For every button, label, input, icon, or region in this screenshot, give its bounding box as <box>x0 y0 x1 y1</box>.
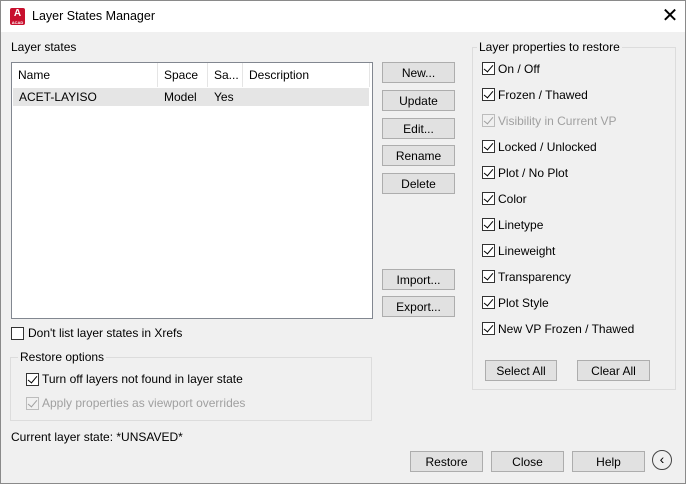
current-layer-state: Current layer state: *UNSAVED* <box>11 430 183 444</box>
color-label: Color <box>498 192 527 206</box>
new-button-label: New... <box>401 66 436 80</box>
column-header-name[interactable]: Name <box>12 63 158 87</box>
turn-off-layers-label: Turn off layers not found in layer state <box>42 372 243 386</box>
locked-unlocked-label: Locked / Unlocked <box>498 140 597 154</box>
app-icon-letter: A <box>13 8 22 19</box>
app-icon-sub: ACAD <box>11 20 24 25</box>
restore-button-label: Restore <box>425 455 468 469</box>
edit-button[interactable]: Edit... <box>382 118 455 139</box>
autocad-app-icon: A ACAD <box>10 8 25 25</box>
help-button[interactable]: Help <box>572 451 645 472</box>
on-off-checkbox[interactable] <box>482 62 495 75</box>
export-button[interactable]: Export... <box>382 296 455 317</box>
select-all-button[interactable]: Select All <box>485 360 557 381</box>
new-vp-frozen-thawed-label: New VP Frozen / Thawed <box>498 322 635 336</box>
dont-list-xrefs-label: Don't list layer states in Xrefs <box>28 326 183 340</box>
turn-off-layers-checkbox[interactable] <box>26 373 39 386</box>
plot-no-plot-label: Plot / No Plot <box>498 166 569 180</box>
linetype-label: Linetype <box>498 218 544 232</box>
layer-properties-title: Layer properties to restore <box>477 40 622 54</box>
update-button-label: Update <box>399 94 438 108</box>
new-button[interactable]: New... <box>382 62 455 83</box>
apply-overrides-checkbox[interactable] <box>26 397 39 410</box>
delete-button[interactable]: Delete <box>382 173 455 194</box>
visibility-current-vp-checkbox[interactable] <box>482 114 495 127</box>
clear-all-label: Clear All <box>591 364 636 378</box>
export-button-label: Export... <box>396 300 441 314</box>
window-title: Layer States Manager <box>32 9 155 23</box>
list-header: Name Space Sa... Description <box>12 63 370 87</box>
close-icon: ✕ <box>661 5 679 27</box>
transparency-checkbox[interactable] <box>482 270 495 283</box>
rename-button-label: Rename <box>395 149 442 163</box>
plot-style-label: Plot Style <box>498 296 549 310</box>
frozen-thawed-checkbox[interactable] <box>482 88 495 101</box>
frozen-thawed-label: Frozen / Thawed <box>498 88 588 102</box>
visibility-current-vp-label: Visibility in Current VP <box>498 114 617 128</box>
linetype-checkbox[interactable] <box>482 218 495 231</box>
row-saved: Yes <box>214 90 234 104</box>
rename-button[interactable]: Rename <box>382 145 455 166</box>
row-name: ACET-LAYISO <box>19 90 97 104</box>
new-vp-frozen-thawed-checkbox[interactable] <box>482 322 495 335</box>
clear-all-button[interactable]: Clear All <box>577 360 650 381</box>
update-button[interactable]: Update <box>382 90 455 111</box>
column-header-space[interactable]: Space <box>158 63 208 87</box>
chevron-left-icon: ‹ <box>659 451 665 467</box>
delete-button-label: Delete <box>401 177 436 191</box>
on-off-label: On / Off <box>498 62 540 76</box>
layer-states-manager-dialog: A ACAD Layer States Manager ✕ Layer stat… <box>0 0 686 484</box>
close-button[interactable]: Close <box>491 451 564 472</box>
row-description <box>243 88 369 106</box>
layer-states-list[interactable]: Name Space Sa... Description ACET-LAYISO… <box>11 62 373 319</box>
close-button-label: Close <box>512 455 543 469</box>
close-window-button[interactable]: ✕ <box>657 4 683 28</box>
dont-list-xrefs-checkbox[interactable] <box>11 327 24 340</box>
collapse-button[interactable]: ‹ <box>652 450 672 470</box>
row-space: Model <box>164 90 197 104</box>
restore-options-group <box>10 357 372 421</box>
select-all-label: Select All <box>496 364 546 378</box>
plot-style-checkbox[interactable] <box>482 296 495 309</box>
layer-states-label: Layer states <box>11 40 77 54</box>
color-checkbox[interactable] <box>482 192 495 205</box>
import-button-label: Import... <box>396 273 441 287</box>
help-button-label: Help <box>596 455 621 469</box>
edit-button-label: Edit... <box>403 122 434 136</box>
title-bar: A ACAD Layer States Manager ✕ <box>1 1 685 32</box>
restore-options-title: Restore options <box>18 350 107 364</box>
restore-button[interactable]: Restore <box>410 451 483 472</box>
lineweight-checkbox[interactable] <box>482 244 495 257</box>
locked-unlocked-checkbox[interactable] <box>482 140 495 153</box>
transparency-label: Transparency <box>498 270 571 284</box>
table-row[interactable]: ACET-LAYISO Model Yes <box>13 88 369 106</box>
apply-overrides-label: Apply properties as viewport overrides <box>42 396 246 410</box>
import-button[interactable]: Import... <box>382 269 455 290</box>
plot-no-plot-checkbox[interactable] <box>482 166 495 179</box>
lineweight-label: Lineweight <box>498 244 556 258</box>
column-header-description[interactable]: Description <box>243 63 370 87</box>
column-header-saved[interactable]: Sa... <box>208 63 243 87</box>
